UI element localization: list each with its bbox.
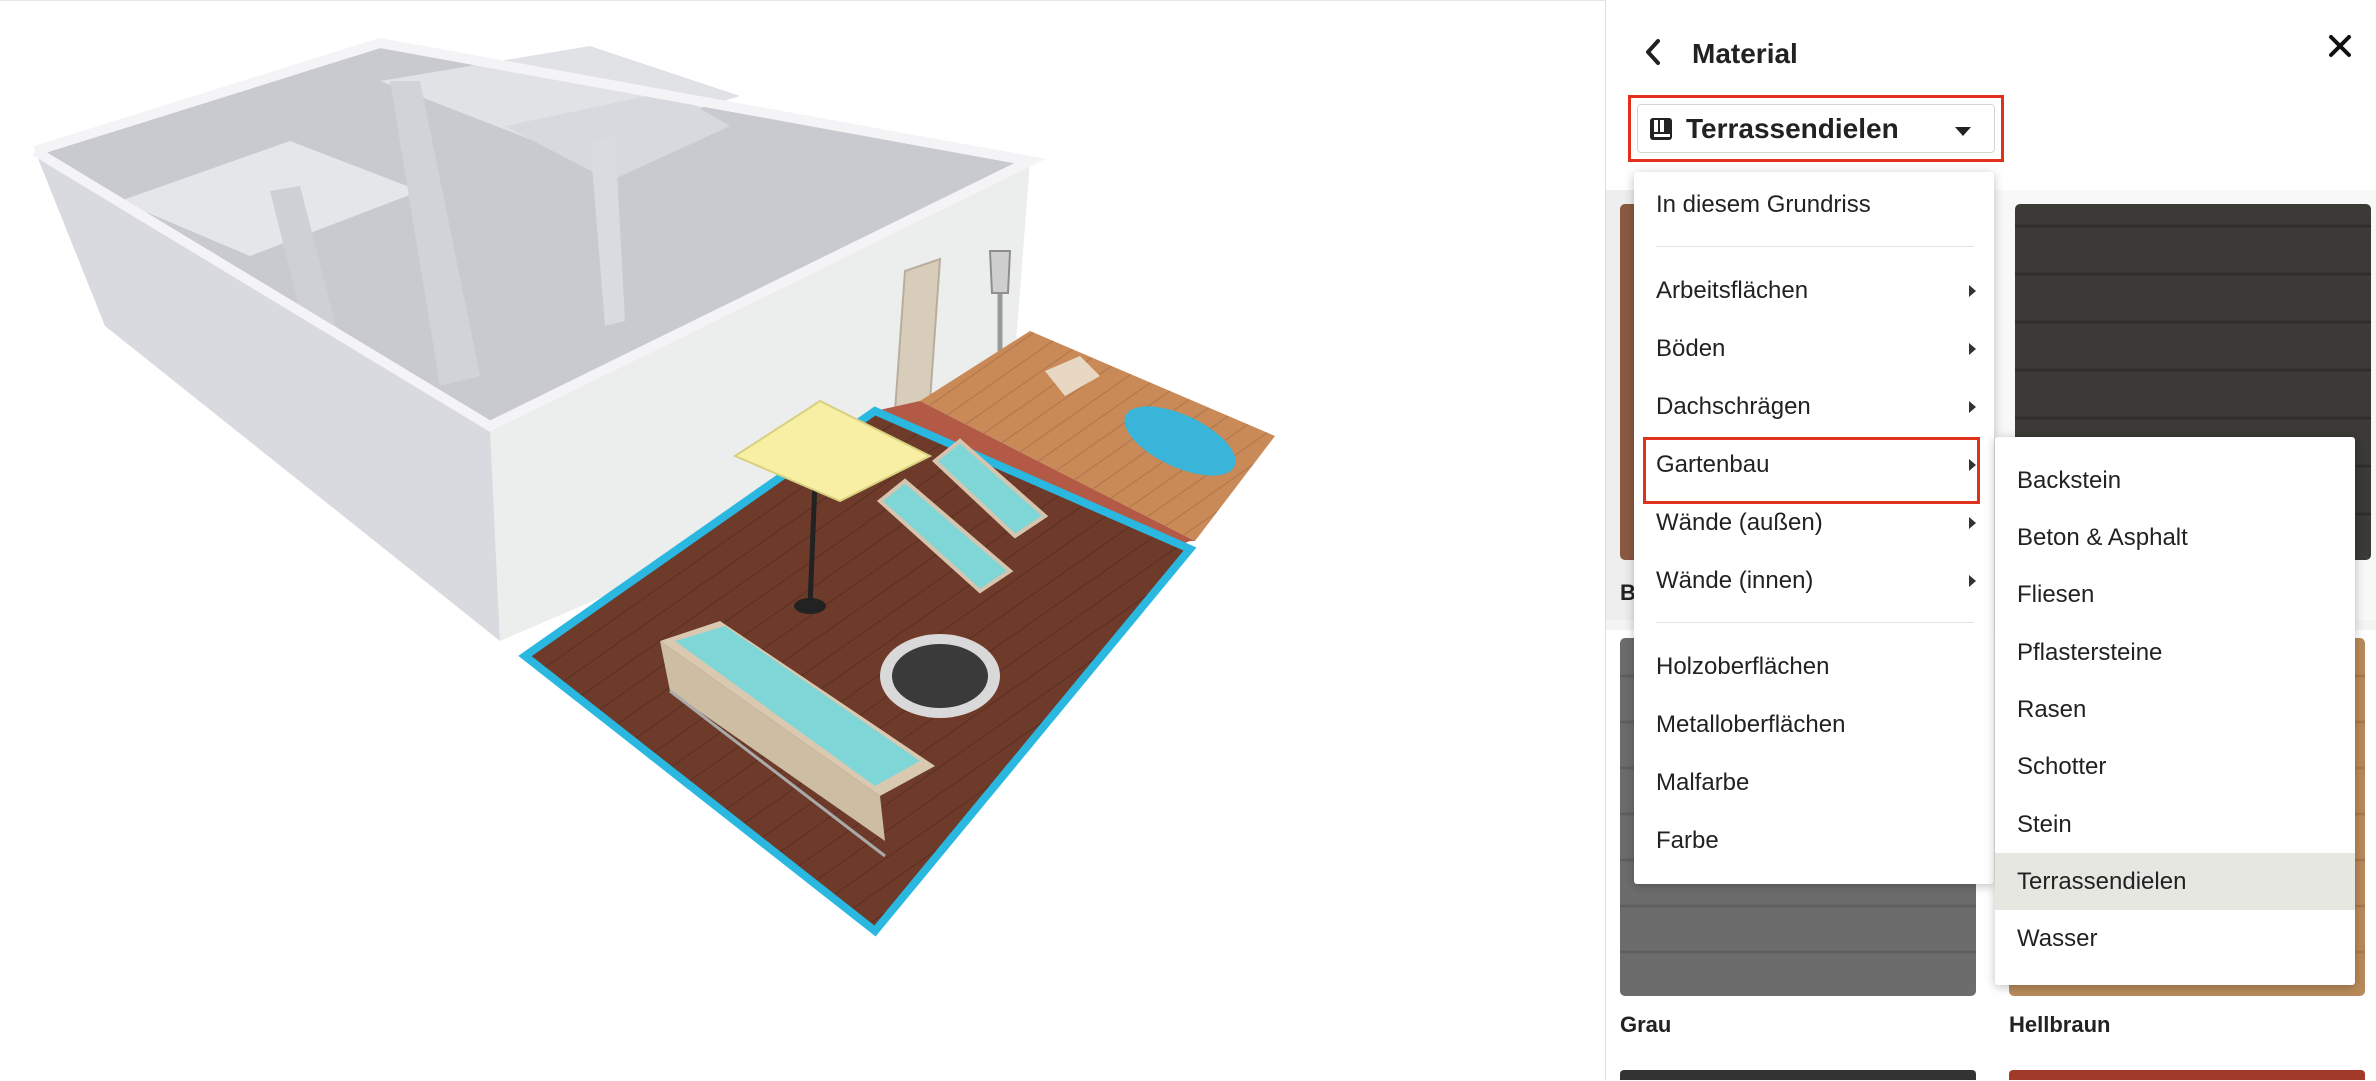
chevron-right-icon <box>1969 343 1976 355</box>
panel-title: Material <box>1692 38 1798 69</box>
menu-item-label: Malfarbe <box>1656 769 1750 796</box>
chevron-right-icon <box>1969 285 1976 297</box>
submenu-item-pflastersteine[interactable]: Pflastersteine <box>1995 624 2355 681</box>
menu-item-waende-innen[interactable]: Wände (innen) <box>1634 556 1994 606</box>
close-icon <box>2329 35 2351 57</box>
submenu-item-beton-asphalt[interactable]: Beton & Asphalt <box>1995 509 2355 566</box>
submenu-item-label: Beton & Asphalt <box>2017 523 2188 551</box>
menu-item-in-diesem-grundriss[interactable]: In diesem Grundriss <box>1634 180 1994 230</box>
submenu-item-backstein[interactable]: Backstein <box>1995 452 2355 509</box>
material-tile-label: Hellbraun <box>2009 1012 2111 1037</box>
submenu-item-label: Stein <box>2017 810 2072 838</box>
3d-viewport[interactable] <box>0 0 1605 1080</box>
menu-item-label: Wände (innen) <box>1656 567 1814 594</box>
back-button[interactable] <box>1636 32 1670 72</box>
material-swatch-icon <box>1650 117 1672 140</box>
chevron-right-icon <box>1969 517 1976 529</box>
chevron-left-icon <box>1646 39 1660 65</box>
category-select-value: Terrassendielen <box>1686 112 1899 144</box>
menu-divider <box>1656 246 1974 247</box>
menu-divider <box>1656 622 1974 623</box>
category-select-highlight: Terrassendielen <box>1628 95 2004 162</box>
menu-item-label: Wände (außen) <box>1656 509 1823 536</box>
menu-item-label: Holzoberflächen <box>1656 653 1830 680</box>
submenu-item-label: Wasser <box>2017 924 2098 952</box>
category-menu: In diesem Grundriss Arbeitsflächen Böden… <box>1634 172 1994 884</box>
submenu-item-wasser[interactable]: Wasser <box>1995 910 2355 967</box>
gartenbau-highlight <box>1643 437 1980 504</box>
submenu-item-terrassendielen[interactable]: Terrassendielen <box>1995 853 2355 910</box>
close-button[interactable] <box>2320 26 2360 66</box>
material-tile-label: Grau <box>1620 1012 1672 1037</box>
submenu-item-fliesen[interactable]: Fliesen <box>1995 566 2355 623</box>
menu-item-label: In diesem Grundriss <box>1656 191 1871 218</box>
menu-item-boeden[interactable]: Böden <box>1634 324 1994 374</box>
menu-item-dachschraegen[interactable]: Dachschrägen <box>1634 382 1994 432</box>
chevron-right-icon <box>1969 401 1976 413</box>
menu-item-holzoberflaechen[interactable]: Holzoberflächen <box>1634 642 1994 692</box>
submenu-item-label: Rasen <box>2017 695 2087 723</box>
menu-item-label: Arbeitsflächen <box>1656 277 1809 304</box>
material-swatch <box>1620 1070 1976 1080</box>
submenu-item-label: Pflastersteine <box>2017 638 2163 666</box>
submenu-item-label: Schotter <box>2017 752 2107 780</box>
menu-item-metalloberflaechen[interactable]: Metalloberflächen <box>1634 700 1994 750</box>
submenu-item-label: Backstein <box>2017 466 2122 494</box>
chevron-right-icon <box>1969 575 1976 587</box>
menu-item-label: Böden <box>1656 335 1726 362</box>
submenu-item-stein[interactable]: Stein <box>1995 796 2355 853</box>
caret-down-icon <box>1955 127 1971 136</box>
submenu-item-rasen[interactable]: Rasen <box>1995 681 2355 738</box>
menu-item-label: Dachschrägen <box>1656 393 1811 420</box>
material-swatch <box>2009 1070 2365 1080</box>
menu-item-malfarbe[interactable]: Malfarbe <box>1634 758 1994 808</box>
menu-item-farbe[interactable]: Farbe <box>1634 816 1994 866</box>
submenu-item-label: Fliesen <box>2017 580 2095 608</box>
menu-item-arbeitsflaechen[interactable]: Arbeitsflächen <box>1634 266 1994 316</box>
menu-item-waende-aussen[interactable]: Wände (außen) <box>1634 498 1994 548</box>
submenu-item-label: Terrassendielen <box>2017 867 2187 895</box>
gartenbau-submenu: Backstein Beton & Asphalt Fliesen Pflast… <box>1995 437 2355 985</box>
menu-item-label: Metalloberflächen <box>1656 711 1846 738</box>
menu-item-label: Farbe <box>1656 827 1719 854</box>
category-select[interactable]: Terrassendielen <box>1637 104 1995 153</box>
submenu-item-schotter[interactable]: Schotter <box>1995 738 2355 795</box>
floorplan-3d-render[interactable] <box>0 1 1605 1081</box>
